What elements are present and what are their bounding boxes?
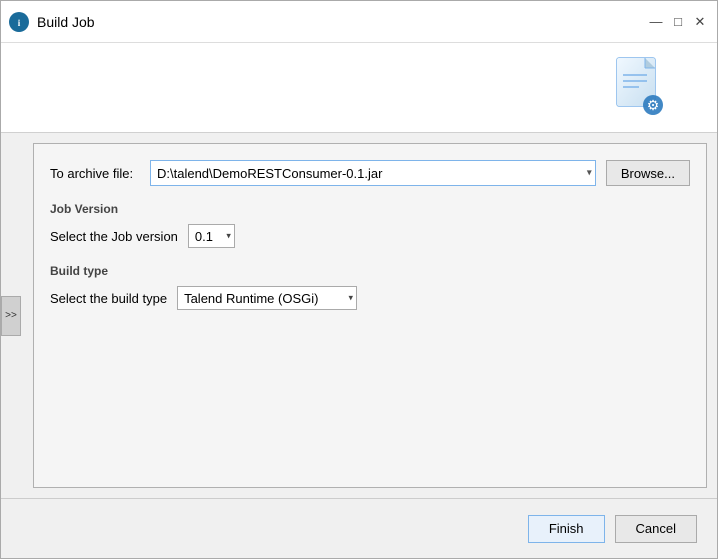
minimize-button[interactable]: — (647, 13, 665, 31)
build-job-window: i Build Job — □ ✕ (0, 0, 718, 559)
window-title: Build Job (37, 14, 95, 30)
browse-button[interactable]: Browse... (606, 160, 690, 186)
build-type-select-wrapper: Talend Runtime (OSGi) Standalone Docker … (177, 286, 357, 310)
archive-input-wrapper: ▾ (150, 160, 596, 186)
content-area: >> To archive file: ▾ Browse... Job Vers… (1, 133, 717, 498)
main-panel: To archive file: ▾ Browse... Job Version… (33, 143, 707, 488)
job-version-title: Job Version (50, 202, 690, 216)
build-type-select[interactable]: Talend Runtime (OSGi) Standalone Docker (177, 286, 357, 310)
title-bar: i Build Job — □ ✕ (1, 1, 717, 43)
build-type-label: Select the build type (50, 291, 167, 306)
build-type-row: Select the build type Talend Runtime (OS… (50, 286, 690, 310)
finish-button[interactable]: Finish (528, 515, 605, 543)
cancel-button[interactable]: Cancel (615, 515, 697, 543)
job-version-label: Select the Job version (50, 229, 178, 244)
archive-file-input[interactable] (150, 160, 596, 186)
close-button[interactable]: ✕ (691, 13, 709, 31)
archive-label: To archive file: (50, 166, 140, 181)
job-version-select[interactable]: 0.1 0.2 1.0 (188, 224, 235, 248)
svg-text:⚙: ⚙ (647, 97, 660, 113)
job-version-row: Select the Job version 0.1 0.2 1.0 ▾ (50, 224, 690, 248)
archive-row: To archive file: ▾ Browse... (50, 160, 690, 186)
maximize-button[interactable]: □ (669, 13, 687, 31)
job-version-select-wrapper: 0.1 0.2 1.0 ▾ (188, 224, 235, 248)
sidebar-toggle-button[interactable]: >> (1, 296, 21, 336)
build-graphic: ⚙ (599, 43, 679, 133)
window-controls: — □ ✕ (647, 13, 709, 31)
spacer (50, 326, 690, 471)
top-banner: ⚙ (1, 43, 717, 133)
build-type-section: Build type Select the build type Talend … (50, 264, 690, 310)
job-version-section: Job Version Select the Job version 0.1 0… (50, 202, 690, 248)
window-icon: i (9, 12, 29, 32)
footer: Finish Cancel (1, 498, 717, 558)
build-type-title: Build type (50, 264, 690, 278)
